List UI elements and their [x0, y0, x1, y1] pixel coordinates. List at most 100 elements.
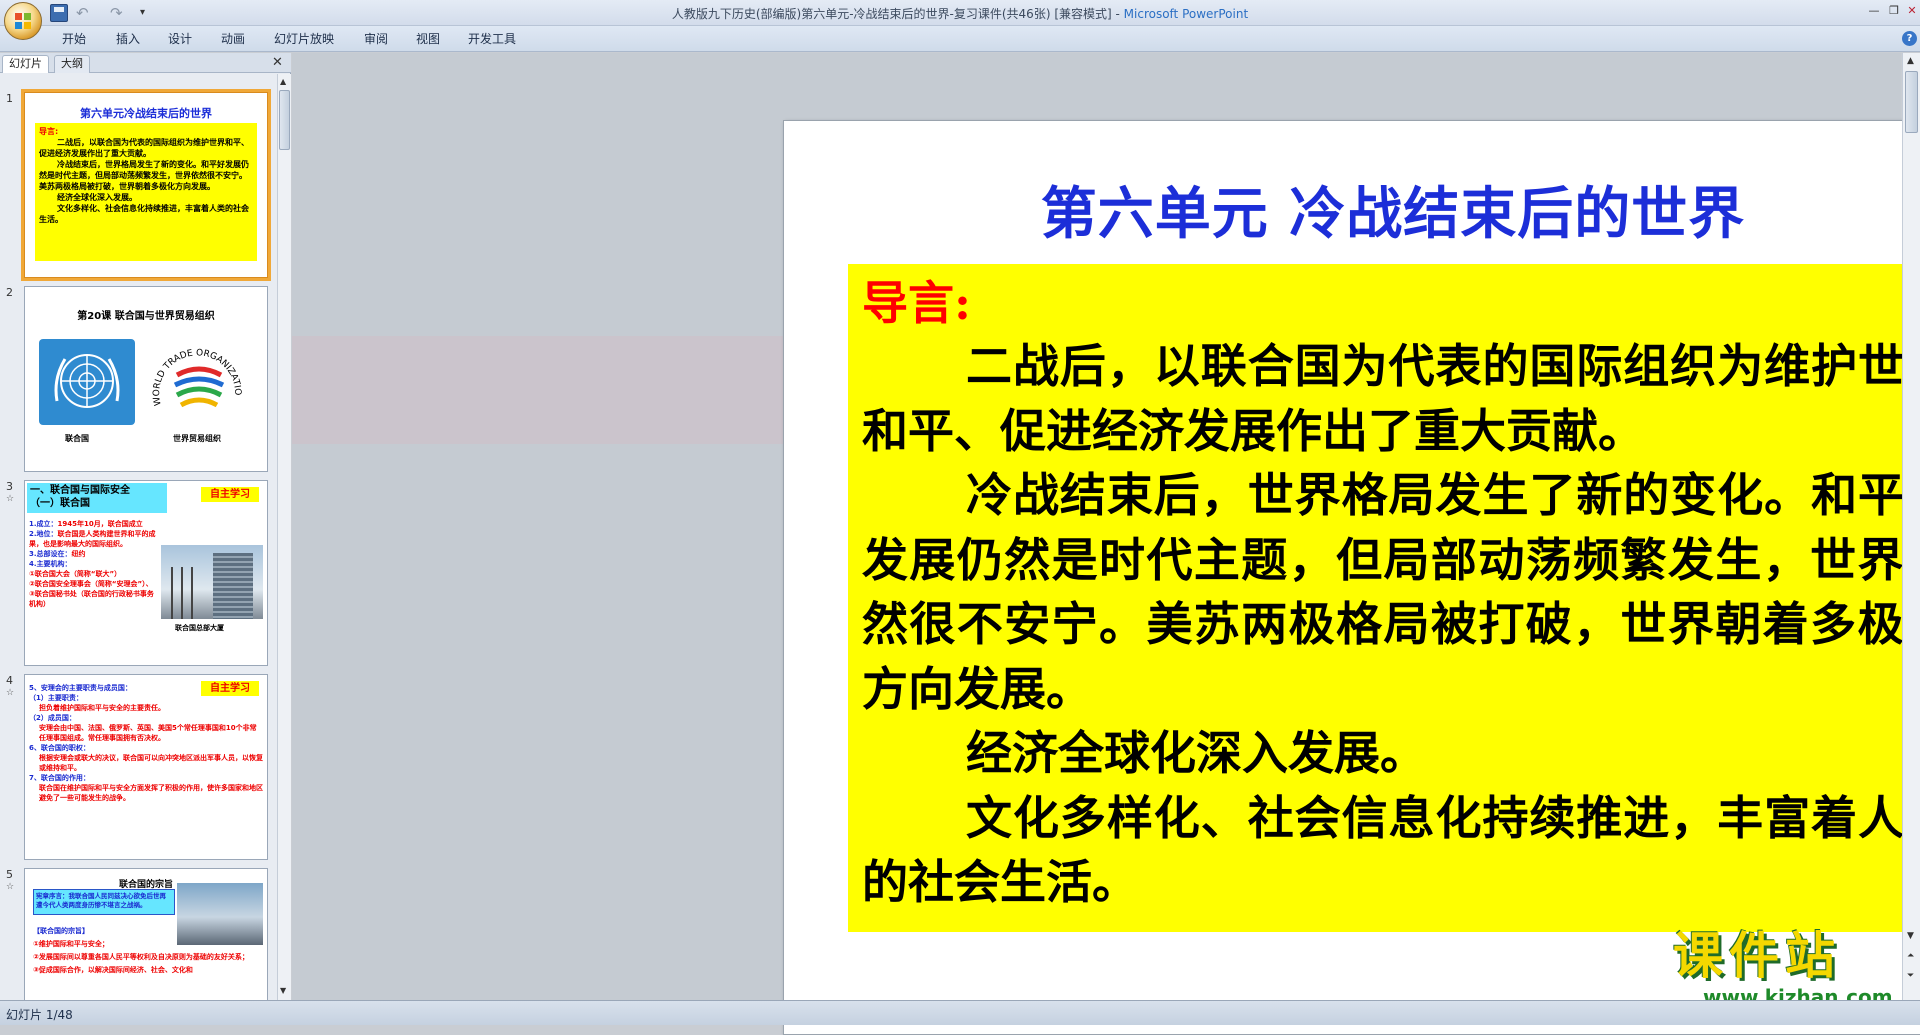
slide-position: 幻灯片 1/48: [6, 1008, 73, 1022]
thumb-caption: 世界贸易组织: [173, 434, 221, 443]
title-separator: -: [1111, 7, 1124, 21]
maximize-icon[interactable]: ❐: [1884, 2, 1904, 20]
slide-thumbnail-1[interactable]: 第六单元冷战结束后的世界 导言: 二战后，以联合国为代表的国际组织为维护世界和平…: [21, 89, 271, 281]
slides-pane: 幻灯片 大纲 ✕ 1 第六单元冷战结束后的世界 导言: 二战后，以联合国为代表的…: [0, 53, 291, 1000]
intro-paragraph: 二战后，以联合国为代表的国际组织为维护世界和平、促进经济发展作出了重大贡献。: [862, 339, 1920, 458]
thumb-para: 文化多样化、社会信息化持续推进，丰富着人类的社会生活。: [39, 204, 249, 224]
thumb-line: （2）成员国：: [29, 714, 76, 722]
slide-number: 1: [6, 92, 13, 105]
tab-slides[interactable]: 幻灯片: [2, 55, 49, 73]
thumb-heading-1: 一、联合国与国际安全: [30, 485, 130, 496]
tab-insert[interactable]: 插入: [112, 30, 144, 48]
slide-thumbnail-3[interactable]: 一、联合国与国际安全 （一）联合国 自主学习 1.成立：1945年10月，联合国…: [24, 480, 268, 666]
thumb-line: ②联合国安全理事会（简称“安理会”）、: [29, 580, 153, 588]
thumb-line: 安理会由中国、法国、俄罗斯、英国、美国5个常任理事国和10个非常任理事国组成。常…: [39, 724, 257, 742]
thumb-line: 6、联合国的职权：: [29, 744, 90, 752]
tab-review[interactable]: 审阅: [360, 30, 392, 48]
thumb-line: 7、联合国的作用：: [29, 774, 90, 782]
pane-tabs: 幻灯片 大纲 ✕: [0, 53, 291, 73]
tab-outline[interactable]: 大纲: [54, 55, 90, 73]
un-emblem-icon: [39, 339, 135, 425]
thumb-line: 4.主要机构：: [29, 560, 72, 568]
scroll-thumb[interactable]: [279, 90, 290, 150]
slide-thumbnail-4[interactable]: 自主学习 5、安理会的主要职责与成员国： （1）主要职责： 担负着维护国际和平与…: [24, 674, 268, 860]
intro-paragraph: 经济全球化深入发展。: [966, 726, 1426, 780]
tab-animations[interactable]: 动画: [217, 30, 249, 48]
animation-star-icon: ☆: [6, 688, 15, 698]
pane-close-icon[interactable]: ✕: [272, 55, 283, 70]
wto-logo-icon: WORLD TRADE ORGANIZATION: [147, 335, 242, 408]
thumb-intro-label: 导言:: [39, 127, 59, 136]
tab-slide-show[interactable]: 幻灯片放映: [270, 30, 338, 48]
document-name: 人教版九下历史(部编版)第六单元-冷战结束后的世界-复习课件(共46张) [兼容…: [671, 7, 1112, 21]
thumb-line: 3.总部设在：: [29, 550, 72, 558]
editor-scrollbar[interactable]: ▲ ▼ ⏶ ⏷: [1902, 53, 1920, 1000]
slide-title[interactable]: 第六单元 冷战结束后的世界: [784, 169, 1920, 250]
slide-thumbnail-5[interactable]: 联合国的宗旨 宪章序言：我联合国人民同兹决心欲免后世再遭今代人类两度身历惨不堪言…: [24, 868, 268, 1000]
title-bar: ↶ ↷ ▾ 人教版九下历史(部编版)第六单元-冷战结束后的世界-复习课件(共46…: [0, 0, 1920, 40]
thumb-para: 经济全球化深入发展。: [57, 193, 137, 202]
animation-star-icon: ☆: [6, 882, 15, 892]
ribbon-tabs: 开始 插入 设计 动画 幻灯片放映 审阅 视图 开发工具 ?: [0, 26, 1920, 52]
thumb-line: 根据安理会或联大的决议，联合国可以向冲突地区派出军事人员，以恢复或维持和平。: [39, 754, 263, 772]
intro-label: 导言:: [862, 276, 971, 330]
thumb-body: 【联合国的宗旨】 ①维护国际和平与安全； ②发展国际间以尊重各国人民平等权利及自…: [33, 925, 261, 977]
thumb-line: ③联合国秘书处（联合国的行政秘书事务机构）: [29, 590, 154, 608]
next-slide-icon[interactable]: ⏷: [1907, 971, 1914, 981]
watermark-logo: 课件站 www.kjzhan.com: [1663, 928, 1903, 1008]
tab-view[interactable]: 视图: [412, 30, 444, 48]
thumb-line: ①维护国际和平与安全；: [33, 940, 109, 948]
thumb-caption: 联合国总部大厦: [175, 624, 224, 632]
thumb-heading-2: （一）联合国: [30, 498, 90, 509]
slide-thumbnail-2[interactable]: 第20课 联合国与世界贸易组织 WORLD TRADE ORGANIZATION: [24, 286, 268, 472]
scroll-up-icon[interactable]: ▲: [280, 77, 286, 86]
thumb-line: （1）主要职责：: [29, 694, 83, 702]
intro-textbox[interactable]: 导言: 二战后，以联合国为代表的国际组织为维护世界和平、促进经济发展作出了重大贡…: [848, 264, 1920, 932]
minimize-icon[interactable]: —: [1864, 2, 1884, 20]
office-button[interactable]: [4, 2, 42, 40]
self-study-tag: 自主学习: [201, 487, 259, 502]
previous-slide-icon[interactable]: ⏶: [1907, 951, 1914, 961]
current-slide[interactable]: 第六单元 冷战结束后的世界 导言: 二战后，以联合国为代表的国际组织为维护世界和…: [783, 120, 1920, 1035]
close-window-icon[interactable]: ✕: [1902, 2, 1920, 20]
thumb-caption: 联合国: [65, 434, 89, 443]
thumb-preamble-box: 宪章序言：我联合国人民同兹决心欲免后世再遭今代人类两度身历惨不堪言之战祸。: [33, 889, 175, 915]
tab-home[interactable]: 开始: [58, 30, 90, 48]
slide-number: 4: [6, 674, 13, 687]
thumb-para: 二战后，以联合国为代表的国际组织为维护世界和平、促进经济发展作出了重大贡献。: [39, 138, 249, 158]
thumbnail-scrollbar[interactable]: ▲ ▼: [277, 74, 291, 1000]
thumb-title: 第20课 联合国与世界贸易组织: [77, 311, 215, 322]
scroll-down-icon[interactable]: ▼: [1907, 931, 1914, 941]
slide-thumbnails: 1 第六单元冷战结束后的世界 导言: 二战后，以联合国为代表的国际组织为维护世界…: [0, 74, 276, 1000]
thumb-para: 冷战结束后，世界格局发生了新的变化。和平好发展仍然是时代主题，但局部动荡频繁发生…: [39, 160, 249, 191]
slide-number: 2: [6, 286, 13, 299]
scroll-up-icon[interactable]: ▲: [1907, 56, 1914, 66]
slide-editor: 第六单元 冷战结束后的世界 导言: 二战后，以联合国为代表的国际组织为维护世界和…: [292, 53, 1920, 1035]
slide-number: 5: [6, 868, 13, 881]
thumb-line: 1945年10月，联合国成立: [57, 520, 143, 528]
thumb-body: 5、安理会的主要职责与成员国： （1）主要职责： 担负着维护国际和平与安全的主要…: [29, 683, 263, 803]
thumb-line: 1.成立：: [29, 520, 58, 528]
un-headquarters-photo: [161, 545, 263, 619]
thumb-title: 第六单元冷战结束后的世界: [80, 107, 212, 120]
scroll-down-icon[interactable]: ▼: [280, 986, 286, 995]
thumb-line: 【联合国的宗旨】: [33, 927, 89, 935]
thumb-intro-box: 导言: 二战后，以联合国为代表的国际组织为维护世界和平、促进经济发展作出了重大贡…: [35, 123, 257, 261]
tab-design[interactable]: 设计: [164, 30, 196, 48]
tab-developer[interactable]: 开发工具: [464, 30, 520, 48]
thumb-heading: 一、联合国与国际安全 （一）联合国: [27, 483, 167, 513]
thumb-line: 联合国在维护国际和平与安全方面发挥了积极的作用，使许多国家和地区避免了一些可能发…: [39, 784, 263, 802]
thumb-line: 担负着维护国际和平与安全的主要责任。: [39, 704, 165, 712]
animation-star-icon: ☆: [6, 494, 15, 504]
app-name: Microsoft PowerPoint: [1123, 7, 1249, 21]
thumb-line: ②发展国际间以尊重各国人民平等权利及自决原则为基础的友好关系；: [33, 953, 249, 961]
thumb-line: 2.地位：: [29, 530, 58, 538]
watermark-text: 课件站: [1673, 927, 1841, 985]
slide-number: 3: [6, 480, 13, 493]
thumb-line: 5、安理会的主要职责与成员国：: [29, 684, 132, 692]
help-icon[interactable]: ?: [1902, 31, 1917, 46]
thumb-line: 纽约: [71, 550, 86, 558]
thumb-line: ③促成国际合作，以解决国际间经济、社会、文化和: [33, 966, 193, 974]
intro-paragraph: 文化多样化、社会信息化持续推进，丰富着人类的社会生活。: [862, 790, 1920, 910]
scroll-thumb[interactable]: [1905, 71, 1918, 133]
